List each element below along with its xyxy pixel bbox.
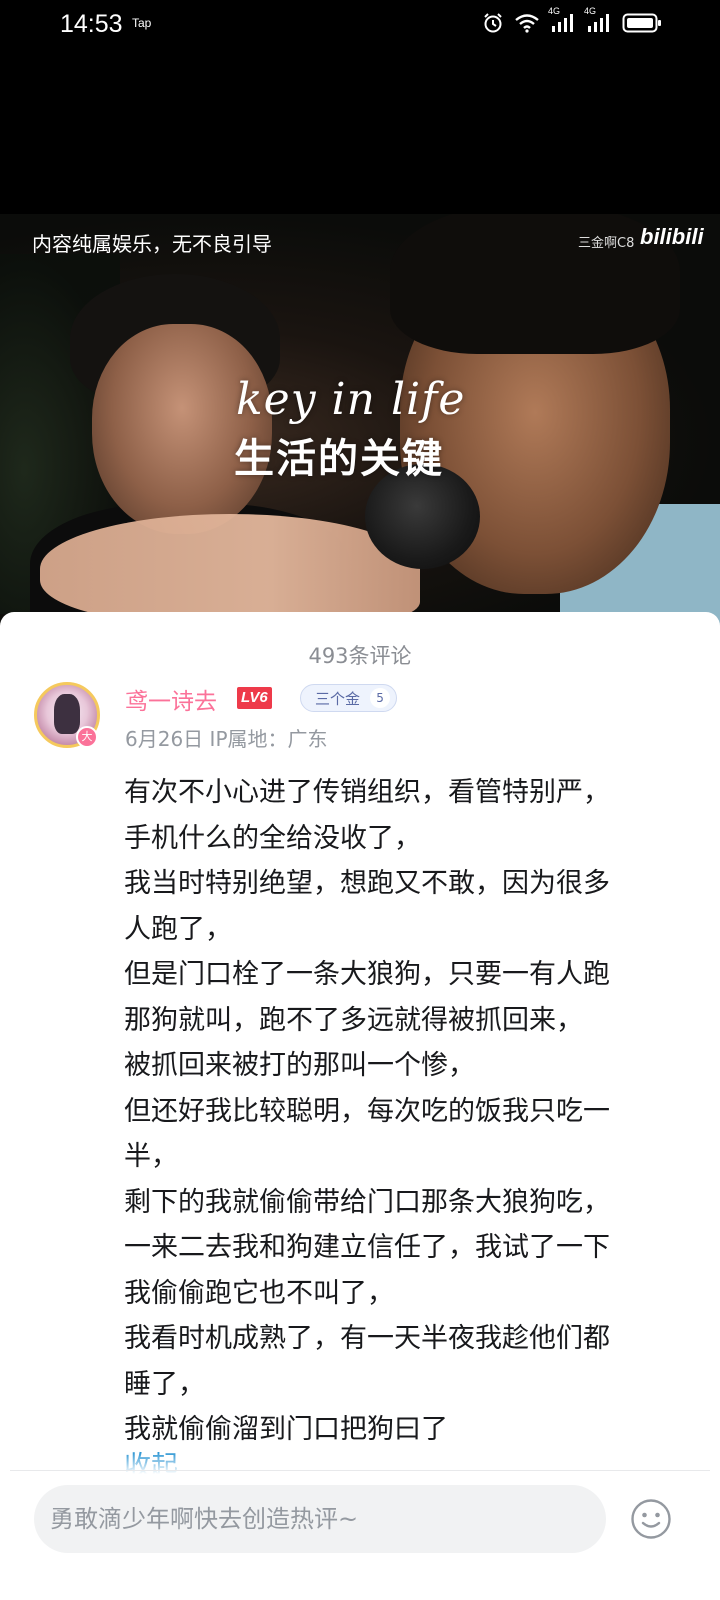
comment-line: 我看时机成熟了，有一天半夜我趁他们都 bbox=[124, 1323, 610, 1354]
avatar-badge: 大 bbox=[76, 726, 98, 748]
comment-line: 剩下的我就偷偷带给门口那条大狼狗吃， bbox=[124, 1186, 610, 1218]
comment-body: 有次不小心进了传销组织，看管特别严， 手机什么的全给没收了， 我当时特别绝望，想… bbox=[124, 770, 664, 1453]
user-avatar[interactable]: 大 bbox=[34, 682, 104, 752]
wifi-icon bbox=[515, 14, 539, 33]
comment-line: 一来二去我和狗建立信任了，我试了一下 bbox=[124, 1232, 610, 1263]
avatar-figure bbox=[54, 694, 80, 734]
divider bbox=[10, 1470, 710, 1471]
comment-line: 有次不小心进了传销组织，看管特别严， bbox=[124, 777, 610, 808]
comment-ip: IP属地：广东 bbox=[209, 727, 328, 751]
video-caption-en: key in life bbox=[236, 374, 466, 425]
signal-label: 4G bbox=[584, 6, 597, 16]
status-time: 14:53 bbox=[60, 10, 123, 38]
video-caption-zh: 生活的关键 bbox=[234, 436, 444, 482]
comment-line: 半， bbox=[124, 1141, 178, 1172]
reply-input[interactable]: 勇敢滴少年啊快去创造热评~ bbox=[34, 1485, 606, 1553]
emoji-icon[interactable] bbox=[630, 1498, 672, 1540]
video-frame-shape bbox=[40, 514, 420, 624]
fade-overlay bbox=[0, 1450, 720, 1480]
bilibili-logo: bilibili bbox=[640, 224, 704, 249]
comment-line: 人跑了， bbox=[124, 913, 232, 945]
comment-line: 但是门口栓了一条大狼狗，只要一有人跑 bbox=[124, 959, 610, 990]
comment-line: 手机什么的全给没收了， bbox=[124, 822, 421, 854]
video-disclaimer: 内容纯属娱乐，无不良引导 bbox=[32, 232, 272, 256]
comment-panel: 493条评论 大 鸢一诗去 LV6 三个金 5 6月26日 IP属地：广东 有次… bbox=[0, 612, 720, 1600]
comment-line: 被抓回来被打的那叫一个惨， bbox=[124, 1050, 475, 1081]
fan-medal-name: 三个金 bbox=[315, 689, 361, 708]
comment-line: 我就偷偷溜到门口把狗曰了 bbox=[124, 1414, 448, 1445]
comment-line: 那狗就叫，跑不了多远就得被抓回来， bbox=[124, 1004, 583, 1036]
video-player[interactable]: 内容纯属娱乐，无不良引导 三金啊C8 bilibili key in life … bbox=[0, 214, 720, 626]
battery-icon bbox=[622, 13, 661, 33]
comment-line: 我当时特别绝望，想跑又不敢，因为很多 bbox=[124, 868, 610, 899]
comment-line: 但还好我比较聪明，每次吃的饭我只吃一 bbox=[124, 1095, 610, 1127]
status-tag: Tap bbox=[132, 16, 152, 30]
fan-medal-level: 5 bbox=[370, 688, 391, 708]
comment-count: 493条评论 bbox=[308, 644, 412, 668]
signal-4g-icon: 4G bbox=[548, 6, 576, 34]
status-icons: 4G 4G bbox=[482, 6, 662, 34]
comment-meta: 6月26日 IP属地：广东 bbox=[125, 723, 328, 752]
level-badge: LV6 bbox=[237, 687, 272, 709]
comment-line: 我偷偷跑它也不叫了， bbox=[124, 1277, 394, 1309]
alarm-icon bbox=[484, 13, 502, 33]
comment-date: 6月26日 bbox=[125, 727, 204, 751]
comment-username[interactable]: 鸢一诗去 bbox=[125, 682, 217, 716]
video-frame-shape bbox=[390, 214, 680, 354]
fan-medal[interactable]: 三个金 5 bbox=[300, 684, 398, 712]
signal-label: 4G bbox=[548, 6, 561, 16]
video-uploader-watermark: 三金啊C8 bbox=[578, 236, 635, 251]
status-bar: 14:53 Tap 4G 4G bbox=[0, 0, 720, 56]
comment-line: 睡了， bbox=[124, 1368, 205, 1400]
signal-4g-icon: 4G bbox=[584, 6, 612, 34]
